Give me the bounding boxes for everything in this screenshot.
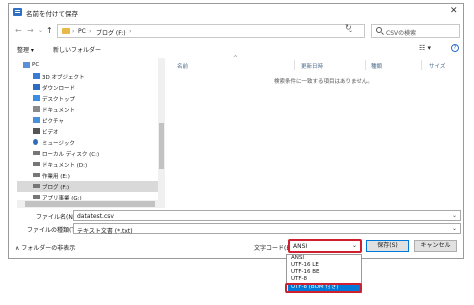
nav-item-drive-e[interactable]: 作業用 (E:) bbox=[17, 170, 160, 181]
nav-label: ローカル ディスク (C:) bbox=[42, 152, 100, 158]
nav-item-drive-c[interactable]: ローカル ディスク (C:) bbox=[17, 148, 160, 159]
drive-icon bbox=[33, 195, 40, 199]
nav-label: ミュージック bbox=[42, 141, 75, 147]
new-folder-button[interactable]: 新しいフォルダー bbox=[53, 45, 101, 54]
refresh-icon[interactable]: ↻ bbox=[345, 23, 352, 32]
address-row: ← → ⌄ ↑ › PC › ブログ (F:) › ⌄ ↻ CSVの検索 bbox=[9, 22, 463, 40]
search-icon bbox=[376, 27, 382, 33]
picture-icon bbox=[33, 117, 40, 123]
highlight-frame bbox=[285, 283, 362, 293]
column-divider[interactable] bbox=[294, 60, 295, 70]
nav-item-desktop[interactable]: デスクトップ bbox=[17, 93, 160, 104]
encoding-option-utf16le[interactable]: UTF-16 LE bbox=[288, 262, 360, 269]
nav-item-documents[interactable]: ドキュメント bbox=[17, 104, 160, 115]
horizontal-scrollbar-thumb[interactable] bbox=[25, 201, 155, 207]
close-icon[interactable]: ✕ bbox=[450, 6, 458, 16]
chevron-down-icon[interactable]: ⌄ bbox=[452, 225, 457, 232]
empty-results-message: 検索条件に一致する項目はありません。 bbox=[274, 79, 373, 85]
notepad-icon bbox=[13, 8, 22, 16]
desktop-icon bbox=[33, 95, 40, 101]
nav-label: ピクチャ bbox=[42, 119, 64, 125]
nav-label: デスクトップ bbox=[42, 97, 76, 103]
sort-ascending-icon: ^ bbox=[233, 55, 239, 62]
nav-scrollbar[interactable] bbox=[158, 58, 165, 208]
nav-item-3d-objects[interactable]: 3D オブジェクト bbox=[17, 71, 160, 82]
folder-icon bbox=[62, 28, 70, 34]
filename-value: datatest.csv bbox=[77, 213, 114, 220]
nav-horizontal-scrollbar[interactable] bbox=[17, 200, 160, 208]
drive-icon bbox=[33, 184, 40, 188]
help-icon[interactable]: ? bbox=[451, 44, 459, 52]
nav-label: ドキュメント bbox=[42, 108, 76, 114]
nav-item-drive-d[interactable]: ドキュメント (D:) bbox=[17, 159, 160, 170]
window-title: 名前を付けて保存 bbox=[26, 10, 78, 18]
document-icon bbox=[33, 106, 40, 112]
chevron-down-icon[interactable]: ⌄ bbox=[452, 212, 457, 219]
nav-item-music[interactable]: ミュージック bbox=[17, 137, 160, 148]
organize-button[interactable]: 整理 ▾ bbox=[17, 45, 34, 54]
cube-icon bbox=[33, 73, 40, 79]
encoding-option-ansi[interactable]: ANSI bbox=[288, 255, 360, 262]
drive-icon bbox=[33, 151, 40, 155]
drive-icon bbox=[33, 162, 40, 166]
hide-folders-button[interactable]: ∧ フォルダーの非表示 bbox=[15, 243, 75, 252]
filetype-select[interactable]: テキスト文書 (*.txt) ⌄ bbox=[73, 223, 461, 235]
search-placeholder: CSVの検索 bbox=[386, 30, 417, 37]
filetype-value: テキスト文書 (*.txt) bbox=[77, 228, 133, 235]
column-divider[interactable] bbox=[365, 60, 366, 70]
breadcrumb-pc[interactable]: PC bbox=[78, 28, 86, 35]
nav-label: ダウンロード bbox=[42, 86, 76, 92]
breadcrumb-separator: › bbox=[72, 28, 75, 35]
navigation-pane: PC 3D オブジェクト ダウンロード デスクトップ ドキュメント ピクチャ ビ… bbox=[17, 58, 160, 208]
nav-label: PC bbox=[32, 62, 40, 68]
address-bar[interactable]: › PC › ブログ (F:) › ⌄ bbox=[57, 24, 365, 38]
drive-icon bbox=[33, 173, 40, 177]
breadcrumb-separator: › bbox=[129, 28, 132, 35]
cancel-button[interactable]: キャンセル bbox=[414, 240, 457, 252]
title-bar: 名前を付けて保存 ✕ bbox=[9, 4, 463, 20]
nav-label: 作業用 (E:) bbox=[42, 174, 70, 180]
encoding-option-utf16be[interactable]: UTF-16 BE bbox=[288, 269, 360, 276]
view-options-icon[interactable]: ☷ ▾ bbox=[419, 44, 431, 52]
save-button[interactable]: 保存(S) bbox=[366, 240, 409, 252]
download-icon bbox=[33, 84, 40, 90]
column-divider[interactable] bbox=[421, 60, 422, 70]
column-header-type[interactable]: 種類 bbox=[371, 62, 382, 70]
nav-item-videos[interactable]: ビデオ bbox=[17, 126, 160, 137]
nav-label: ドキュメント (D:) bbox=[42, 163, 88, 169]
encoding-select[interactable]: ANSI ⌄ bbox=[288, 239, 362, 253]
filename-label: ファイル名(N): bbox=[36, 214, 78, 221]
nav-item-pictures[interactable]: ピクチャ bbox=[17, 115, 160, 126]
file-list: ^ 名前 更新日時 種類 サイズ 検索条件に一致する項目はありません。 bbox=[169, 55, 461, 208]
nav-scrollbar-thumb[interactable] bbox=[159, 123, 164, 169]
forward-arrow-icon[interactable]: → bbox=[27, 26, 34, 35]
nav-item-drive-f[interactable]: ブログ (F:) bbox=[17, 181, 160, 192]
nav-item-pc[interactable]: PC bbox=[17, 60, 160, 71]
up-arrow-icon[interactable]: ↑ bbox=[46, 26, 53, 35]
nav-item-downloads[interactable]: ダウンロード bbox=[17, 82, 160, 93]
music-note-icon bbox=[33, 139, 38, 145]
search-input[interactable]: CSVの検索 bbox=[371, 24, 460, 38]
nav-label: ビデオ bbox=[42, 130, 59, 136]
computer-icon bbox=[23, 62, 30, 68]
filename-input[interactable]: datatest.csv ⌄ bbox=[73, 210, 461, 221]
breadcrumb-drive-f[interactable]: ブログ (F:) bbox=[96, 28, 126, 37]
filetype-label: ファイルの種類(T): bbox=[27, 227, 80, 234]
nav-label: 3D オブジェクト bbox=[42, 75, 85, 81]
save-as-dialog: 名前を付けて保存 ✕ ← → ⌄ ↑ › PC › ブログ (F:) › ⌄ ↻… bbox=[8, 3, 464, 259]
column-header-modified[interactable]: 更新日時 bbox=[301, 62, 323, 70]
nav-label: ブログ (F:) bbox=[42, 185, 70, 191]
back-arrow-icon[interactable]: ← bbox=[15, 26, 22, 35]
encoding-value: ANSI bbox=[293, 243, 308, 250]
chevron-down-icon[interactable]: ⌄ bbox=[352, 242, 357, 249]
column-header-size[interactable]: サイズ bbox=[429, 62, 445, 70]
encoding-option-utf8[interactable]: UTF-8 bbox=[288, 276, 360, 283]
recent-locations-icon[interactable]: ⌄ bbox=[38, 27, 43, 34]
breadcrumb-separator: › bbox=[89, 28, 92, 35]
column-header-name[interactable]: 名前 bbox=[177, 62, 188, 70]
video-icon bbox=[33, 128, 40, 134]
